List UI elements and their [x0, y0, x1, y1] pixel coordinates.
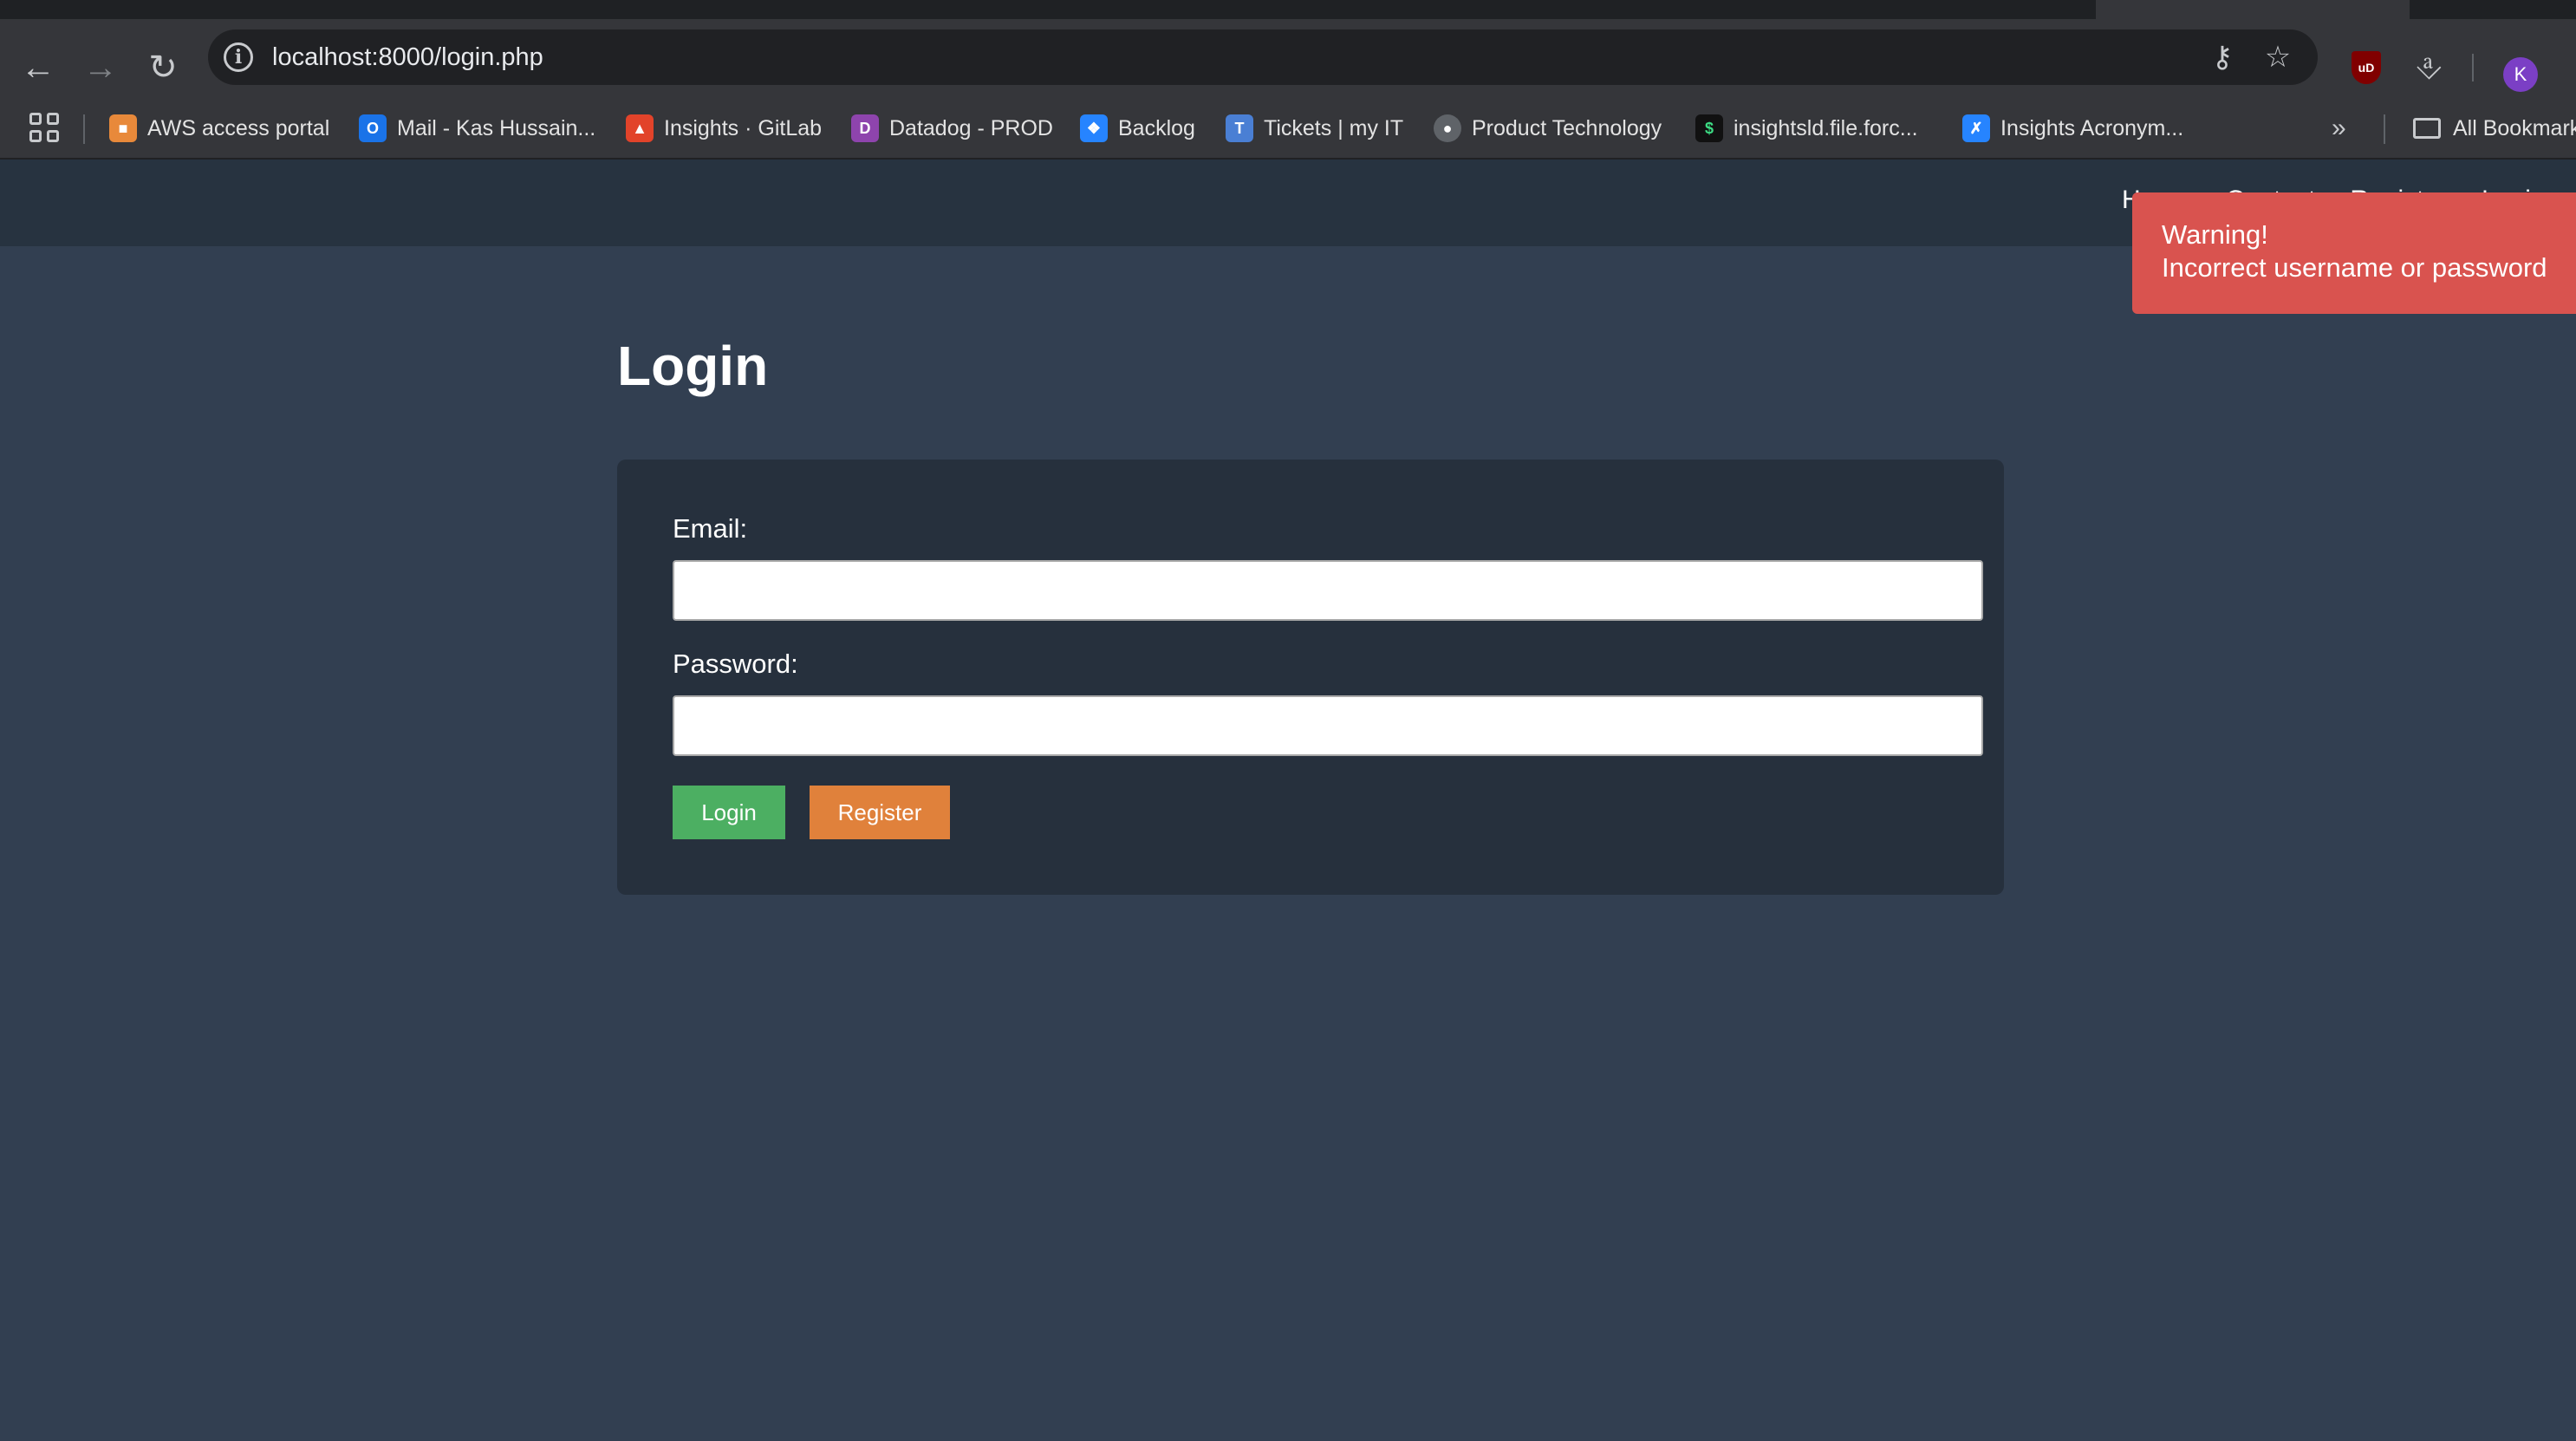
toast-message: Incorrect username or password	[2162, 252, 2547, 283]
bookmark-tickets[interactable]: T Tickets | my IT	[1226, 109, 1403, 147]
bookmark-label: Tickets | my IT	[1264, 115, 1404, 140]
more-bookmarks-chevron-icon[interactable]: »	[2332, 109, 2346, 147]
bookmark-insights-acronym[interactable]: ✗ Insights Acronym...	[1962, 109, 2183, 147]
bookmarks-divider	[83, 114, 85, 144]
bookmark-label: insightsld.file.forc...	[1734, 115, 1918, 140]
bookmark-mail[interactable]: O Mail - Kas Hussain...	[359, 109, 595, 147]
bookmark-gitlab[interactable]: ▲ Insights · GitLab	[626, 109, 822, 147]
toast-title: Warning!	[2162, 219, 2268, 250]
toolbar-divider	[2472, 54, 2474, 82]
all-bookmarks[interactable]: All Bookmarks	[2413, 109, 2576, 147]
email-label: Email:	[673, 513, 748, 544]
bookmark-datadog[interactable]: D Datadog - PROD	[851, 109, 1053, 147]
aws-icon: ■	[109, 114, 137, 142]
bookmark-backlog[interactable]: ❖ Backlog	[1080, 109, 1195, 147]
outlook-icon: O	[359, 114, 387, 142]
login-button[interactable]: Login	[673, 786, 785, 839]
apps-grid-icon[interactable]	[29, 113, 59, 142]
reload-icon[interactable]: ↻	[139, 43, 187, 92]
salesforce-icon: $	[1695, 114, 1723, 142]
bookmark-aws[interactable]: ■ AWS access portal	[109, 109, 329, 147]
email-field[interactable]	[673, 560, 1983, 621]
bookmark-label: Backlog	[1118, 115, 1195, 140]
site-info-icon[interactable]: i	[224, 42, 253, 72]
forward-arrow-icon[interactable]: →	[76, 43, 125, 92]
bookmark-label: Insights · GitLab	[664, 115, 823, 140]
ublock-shield-icon: uD	[2352, 51, 2381, 84]
all-bookmarks-label: All Bookmarks	[2453, 115, 2576, 140]
password-key-icon[interactable]: ⚷	[2203, 38, 2241, 76]
ublock-extension-icon[interactable]: uD	[2340, 42, 2392, 94]
folder-icon	[2413, 118, 2441, 139]
gitlab-icon: ▲	[626, 114, 654, 142]
bookmark-label: Mail - Kas Hussain...	[397, 115, 596, 140]
tickets-icon: T	[1226, 114, 1253, 142]
password-field[interactable]	[673, 695, 1983, 756]
bookmark-product-technology[interactable]: ● Product Technology	[1434, 109, 1662, 147]
back-arrow-icon[interactable]: ←	[14, 43, 62, 92]
bookmark-insightsld[interactable]: $ insightsld.file.forc...	[1695, 109, 1918, 147]
password-label: Password:	[673, 649, 798, 679]
address-bar[interactable]: i localhost:8000/login.php ⚷ ☆	[208, 29, 2318, 85]
page-content: Home Contact Register Login Login Email:…	[0, 160, 2576, 1441]
bookmarks-divider	[2384, 114, 2385, 144]
bookmarks-bar: ■ AWS access portal O Mail - Kas Hussain…	[0, 97, 2576, 160]
globe-icon: ●	[1434, 114, 1461, 142]
warning-toast: Warning! Incorrect username or password	[2132, 192, 2576, 314]
url-text[interactable]: localhost:8000/login.php	[272, 40, 543, 75]
tab-strip	[0, 0, 2576, 19]
jira-icon: ❖	[1080, 114, 1108, 142]
confluence-icon: ✗	[1962, 114, 1990, 142]
bookmark-label: AWS access portal	[147, 115, 330, 140]
datadog-icon: D	[851, 114, 879, 142]
active-tab[interactable]	[2096, 0, 2410, 19]
page-title: Login	[617, 335, 769, 397]
bookmark-label: Product Technology	[1472, 115, 1662, 140]
register-button[interactable]: Register	[810, 786, 950, 839]
bookmark-star-icon[interactable]: ☆	[2259, 38, 2297, 76]
bookmark-label: Insights Acronym...	[2000, 115, 2184, 140]
extensions-puzzle-icon[interactable]: ⎀	[2403, 42, 2455, 94]
bookmark-label: Datadog - PROD	[889, 115, 1053, 140]
profile-avatar[interactable]: K	[2503, 57, 2538, 92]
